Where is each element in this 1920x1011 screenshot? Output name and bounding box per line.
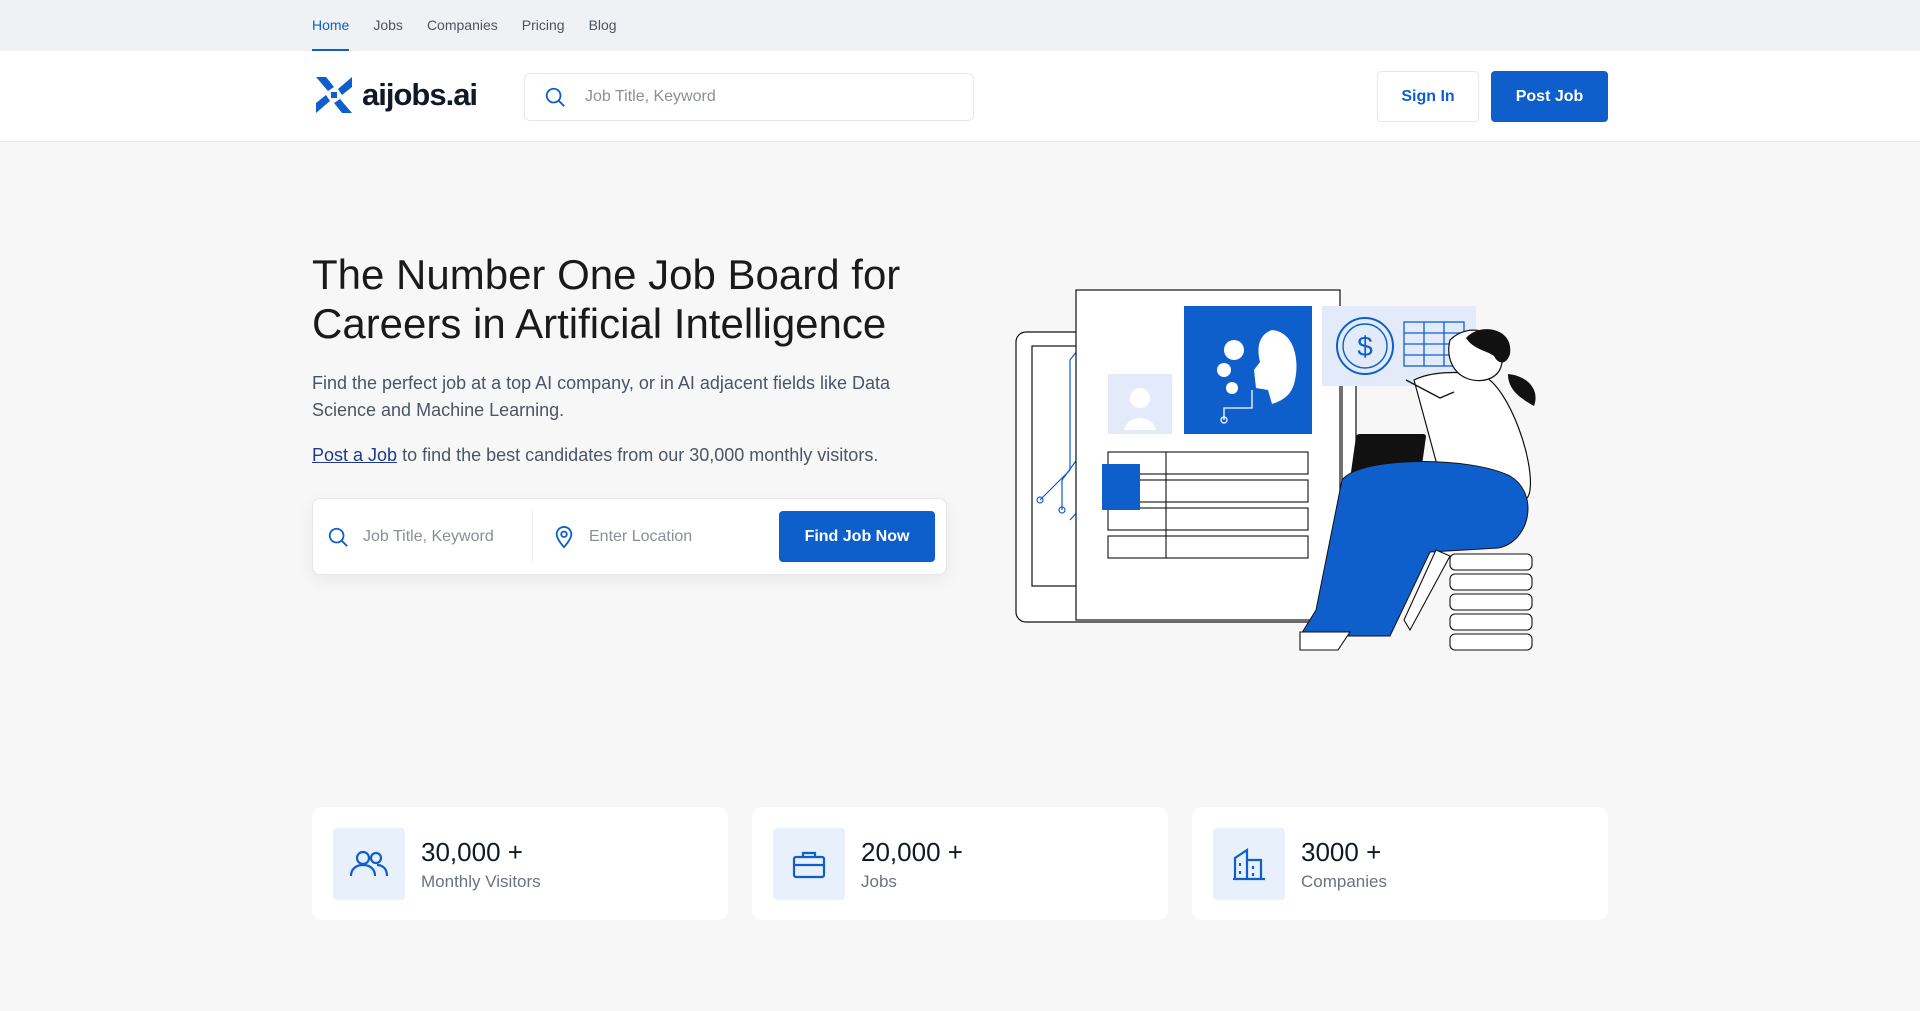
stat-label: Companies (1301, 872, 1387, 891)
logo[interactable]: aijobs.ai (312, 73, 478, 117)
nav-item-blog[interactable]: Blog (589, 0, 617, 51)
hero-post-text: Post a Job to find the best candidates f… (312, 442, 972, 469)
stat-value: 3000 + (1301, 837, 1382, 867)
nav-item-pricing[interactable]: Pricing (522, 0, 565, 51)
briefcase-icon (773, 828, 845, 900)
search-divider (532, 511, 533, 563)
stat-label: Jobs (861, 872, 897, 891)
location-field[interactable] (553, 499, 773, 574)
hero-subtitle: Find the perfect job at a top AI company… (312, 373, 890, 420)
nav-item-jobs[interactable]: Jobs (373, 0, 403, 51)
nav-item-companies[interactable]: Companies (427, 0, 498, 51)
logo-mark-icon (316, 77, 352, 113)
building-icon (1213, 828, 1285, 900)
hero-post-rest: to find the best candidates from our 30,… (397, 445, 879, 465)
sign-in-button[interactable]: Sign In (1377, 71, 1479, 122)
site-header: aijobs.ai Sign In Post Job (0, 51, 1920, 142)
find-job-button[interactable]: Find Job Now (779, 511, 935, 562)
top-nav-links: Home Jobs Companies Pricing Blog (312, 0, 617, 51)
location-input[interactable] (589, 527, 759, 546)
nav-item-home[interactable]: Home (312, 0, 350, 51)
keyword-input[interactable] (363, 527, 523, 546)
stat-label: Monthly Visitors (421, 872, 541, 891)
location-pin-icon (555, 525, 573, 548)
stat-card-jobs: 20,000 + Jobs (752, 807, 1168, 920)
stat-card-companies: 3000 + Companies (1192, 807, 1608, 920)
header-search-input[interactable] (585, 88, 945, 106)
svg-text:$: $ (1357, 331, 1373, 362)
search-icon (525, 86, 585, 108)
hero-illustration: $ (1015, 289, 1536, 651)
stat-value: 30,000 + (421, 837, 523, 867)
keyword-field[interactable] (327, 499, 527, 574)
search-icon (328, 527, 348, 547)
job-search-box: Find Job Now (312, 498, 947, 575)
hero-title: The Number One Job Board for Careers in … (312, 251, 901, 347)
post-job-button[interactable]: Post Job (1491, 71, 1608, 122)
logo-text: aijobs.ai (362, 77, 478, 112)
post-a-job-link[interactable]: Post a Job (312, 445, 397, 465)
stat-value: 20,000 + (861, 837, 963, 867)
users-icon (333, 828, 405, 900)
stat-card-visitors: 30,000 + Monthly Visitors (312, 807, 728, 920)
top-nav: Home Jobs Companies Pricing Blog (0, 0, 1920, 51)
header-search[interactable] (524, 73, 974, 121)
